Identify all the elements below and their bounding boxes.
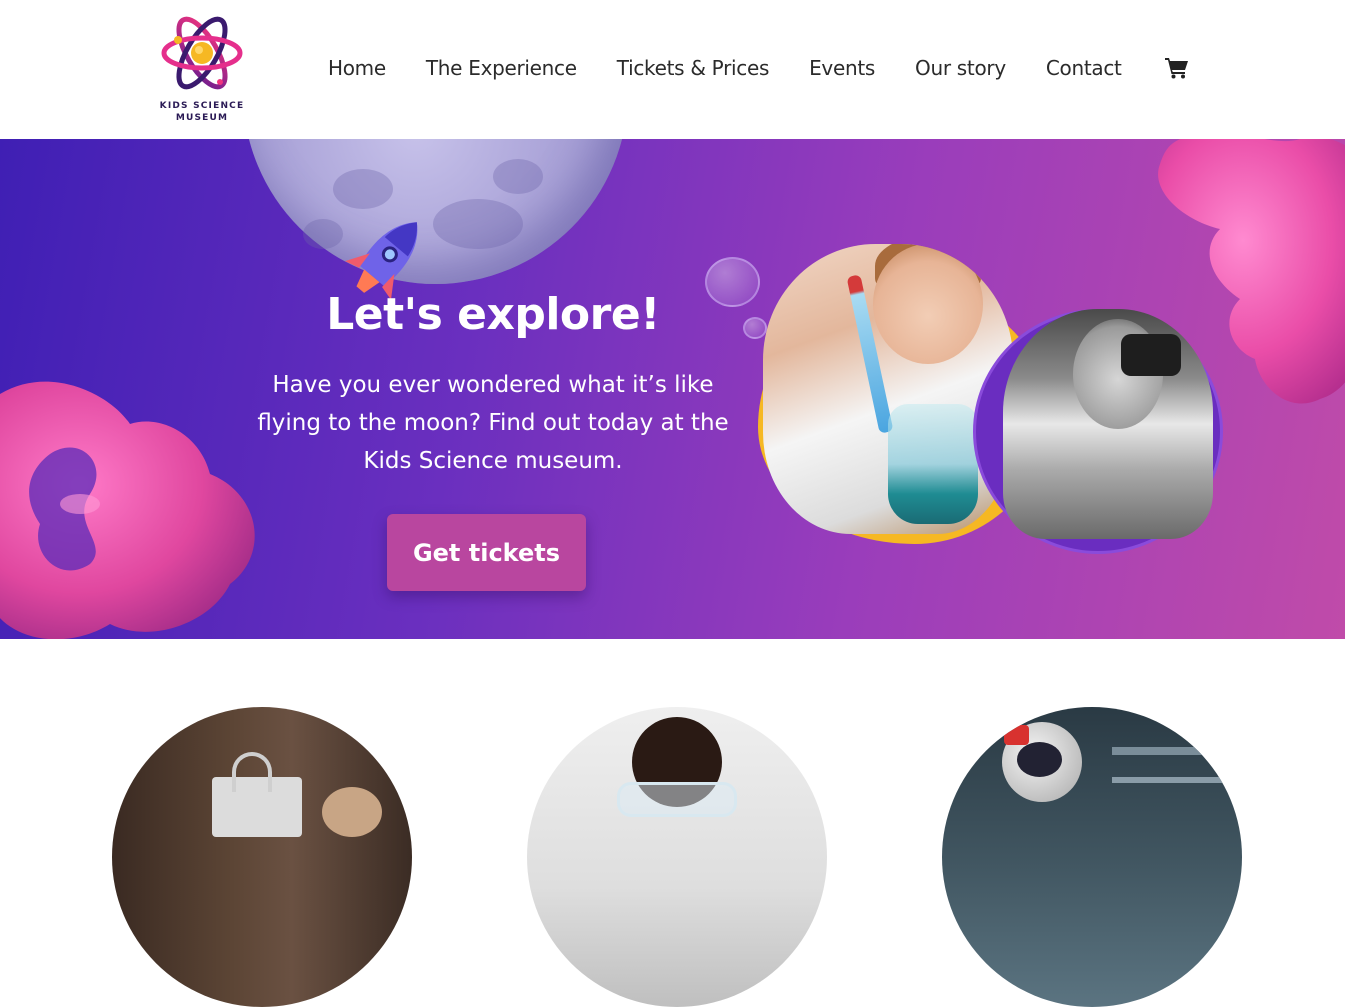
- hero-description: Have you ever wondered what it’s like fl…: [257, 372, 729, 474]
- nav-item-our-story[interactable]: Our story: [915, 56, 1006, 80]
- logo-text-line1: KIDS SCIENCE: [159, 101, 245, 111]
- hero-title: Let's explore!: [326, 289, 660, 340]
- hero-banner: Let's explore! Have you ever wondered wh…: [0, 139, 1345, 639]
- feature-image-3d-printer[interactable]: [112, 707, 412, 1007]
- feature-image-astronaut[interactable]: [942, 707, 1242, 1007]
- pink-blob-left-illustration: [0, 381, 255, 639]
- kid-with-vr-headset-photo: [1003, 309, 1213, 539]
- nav-item-home[interactable]: Home: [328, 56, 386, 80]
- nav-item-events[interactable]: Events: [809, 56, 875, 80]
- get-tickets-button[interactable]: Get tickets: [387, 514, 586, 591]
- logo[interactable]: KIDS SCIENCE MUSEUM: [150, 10, 254, 128]
- feature-image-kid-with-goggles[interactable]: [527, 707, 827, 1007]
- kid-with-flask-photo: [763, 244, 1013, 534]
- hero-photo-collage: [758, 244, 1228, 554]
- site-header: KIDS SCIENCE MUSEUM Home The Experience …: [0, 0, 1345, 139]
- logo-text-line2: MUSEUM: [175, 113, 229, 123]
- logo-text: KIDS SCIENCE MUSEUM: [150, 100, 254, 124]
- nav-item-contact[interactable]: Contact: [1046, 56, 1122, 80]
- shopping-cart-icon[interactable]: [1165, 57, 1189, 79]
- nav-item-tickets-prices[interactable]: Tickets & Prices: [617, 56, 770, 80]
- main-nav: Home The Experience Tickets & Prices Eve…: [328, 56, 1162, 80]
- nav-item-the-experience[interactable]: The Experience: [426, 56, 577, 80]
- moon-illustration: [243, 139, 628, 284]
- atom-logo-icon: [161, 16, 243, 90]
